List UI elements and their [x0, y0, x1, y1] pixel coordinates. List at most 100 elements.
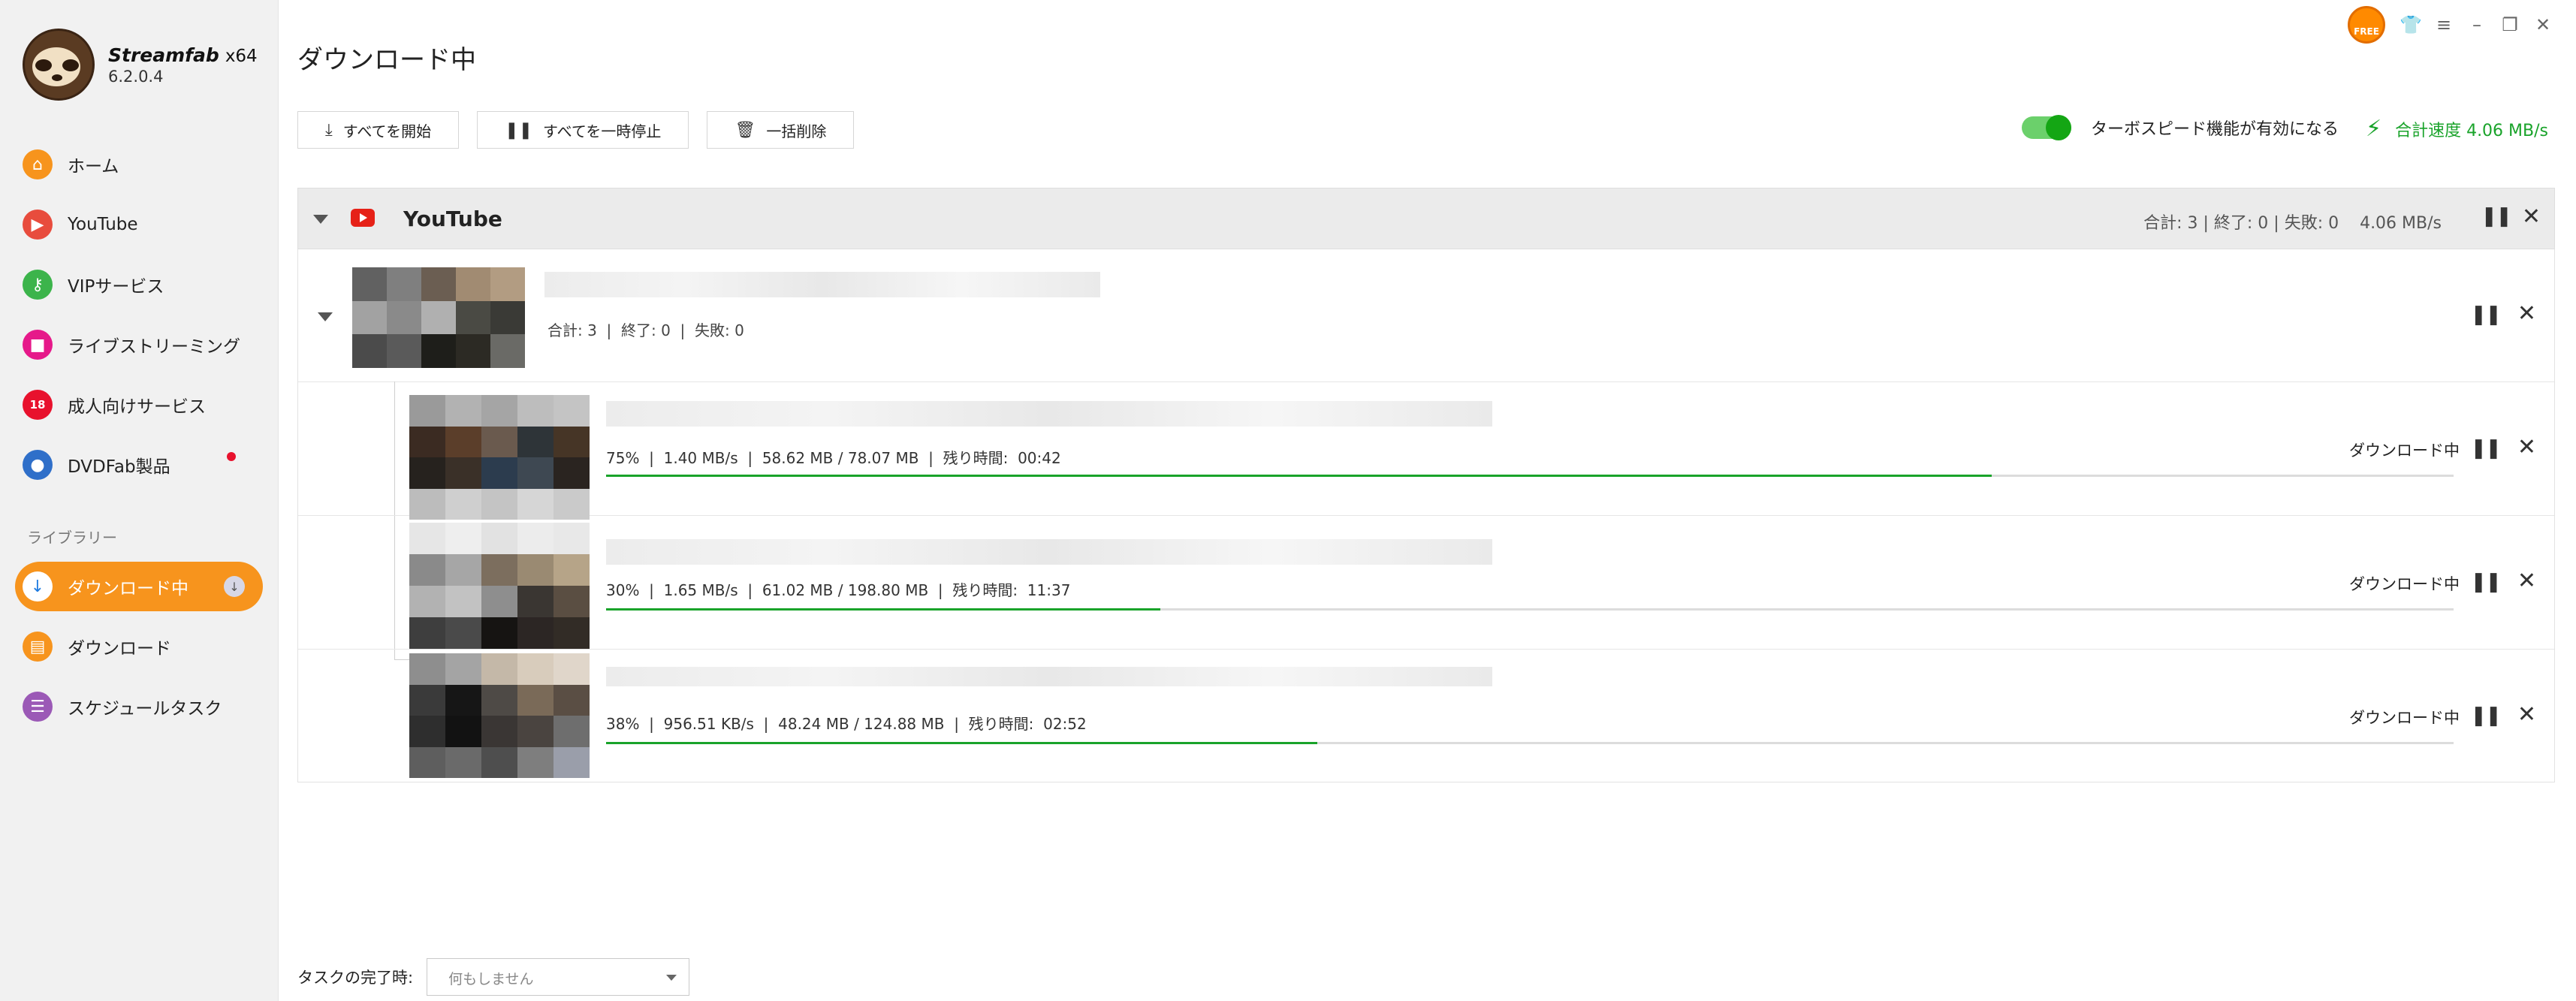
turbo-label: ターボスピード機能が有効になる — [2091, 120, 2339, 139]
group-title: YouTube — [403, 207, 502, 231]
free-badge[interactable]: FREE — [2348, 6, 2385, 44]
video-thumbnail — [409, 523, 590, 649]
video-thumbnail — [352, 267, 525, 368]
toolbar: ⤓ すべてを開始 ❚❚ すべてを一時停止 🗑 一括削除 — [297, 111, 872, 149]
blurred-title — [606, 539, 1492, 565]
close-icon[interactable]: ✕ — [2517, 300, 2536, 327]
sidebar-item-live-streaming[interactable]: ■ ライブストリーミング — [15, 320, 263, 369]
collapse-caret-icon[interactable] — [318, 312, 333, 321]
sloth-logo-icon — [23, 29, 95, 101]
sidebar-item-label: スケジュールタスク — [68, 699, 222, 719]
sidebar-item-label: ダウンロード中 — [68, 579, 189, 598]
pause-all-label: すべてを一時停止 — [543, 122, 662, 140]
close-icon[interactable]: ✕ — [2517, 434, 2536, 460]
lightning-icon: ⚡ — [2366, 116, 2382, 142]
on-complete-value: 何もしません — [448, 971, 534, 987]
progress-fill — [606, 608, 1160, 611]
task-status: ダウンロード中 — [2349, 575, 2460, 593]
minimize-icon[interactable]: – — [2460, 14, 2493, 35]
footer: タスクの完了時: 何もしません — [297, 958, 690, 996]
task-status: ダウンロード中 — [2349, 442, 2460, 460]
restore-icon[interactable]: ❐ — [2493, 14, 2526, 35]
sidebar-nav: ⌂ ホーム ▶ YouTube ⚷ VIPサービス ■ ライブストリーミング 1… — [15, 140, 263, 500]
task-row: 38% | 956.51 KB/s | 48.24 MB / 124.88 MB… — [298, 649, 2554, 782]
parent-task-row: 合計: 3 | 終了: 0 | 失敗: 0 ❚❚ ✕ — [298, 249, 2554, 382]
menu-icon[interactable]: ≡ — [2427, 14, 2460, 35]
sidebar-item-adult[interactable]: 18 成人向けサービス — [15, 380, 263, 430]
total-speed-label: 合計速度 4.06 MB/s — [2395, 121, 2548, 140]
turbo-setting: ターボスピード機能が有効になる — [2022, 115, 2339, 140]
collapse-caret-icon[interactable] — [313, 215, 328, 224]
task-stats: 75% | 1.40 MB/s | 58.62 MB / 78.07 MB | … — [606, 449, 1061, 467]
sidebar-item-dvdfab[interactable]: ● DVDFab製品 — [15, 440, 263, 490]
no-18-icon: 18 — [23, 390, 53, 420]
sidebar-item-label: ダウンロード — [68, 639, 171, 659]
progress-bar — [606, 608, 2454, 611]
video-thumbnail — [409, 653, 590, 778]
trash-icon: 🗑 — [734, 120, 756, 140]
turbo-toggle[interactable] — [2022, 115, 2071, 140]
start-all-label: すべてを開始 — [342, 122, 432, 140]
progress-fill — [606, 742, 1318, 744]
blurred-title — [544, 272, 1100, 297]
pause-icon[interactable]: ❚❚ — [2470, 437, 2502, 460]
sidebar-item-vip[interactable]: ⚷ VIPサービス — [15, 260, 263, 309]
youtube-icon: ▶ — [23, 210, 53, 240]
close-icon[interactable]: ✕ — [2526, 14, 2559, 35]
library-header: ライブラリー — [27, 529, 117, 547]
chevron-down-icon — [666, 975, 677, 981]
sidebar-item-youtube[interactable]: ▶ YouTube — [15, 200, 263, 249]
group-header-youtube: YouTube 合計: 3 | 終了: 0 | 失敗: 0 4.06 MB/s … — [297, 188, 2555, 249]
pause-icon[interactable]: ❚❚ — [2470, 704, 2502, 727]
sidebar-item-label: 成人向けサービス — [68, 397, 206, 417]
video-thumbnail — [409, 395, 590, 520]
progress-bar — [606, 475, 2454, 477]
blurred-title — [606, 667, 1492, 686]
folder-icon: ▤ — [23, 632, 53, 662]
app-name: Streamfab — [108, 44, 219, 66]
notification-dot — [227, 452, 236, 461]
pause-icon[interactable]: ❚❚ — [2470, 571, 2502, 593]
progress-fill — [606, 475, 1992, 477]
progress-bar — [606, 742, 2454, 744]
task-stats: 30% | 1.65 MB/s | 61.02 MB / 198.80 MB |… — [606, 581, 1071, 599]
pause-all-button[interactable]: ❚❚ すべてを一時停止 — [477, 111, 689, 149]
close-icon[interactable]: ✕ — [2517, 568, 2536, 594]
shirt-icon[interactable]: 👕 — [2394, 14, 2427, 35]
dvdfab-icon: ● — [23, 450, 53, 480]
app-version: 6.2.0.4 — [108, 67, 164, 86]
schedule-icon: ☰ — [23, 692, 53, 722]
sidebar-item-label: VIPサービス — [68, 277, 164, 297]
sidebar-item-label: YouTube — [68, 215, 138, 234]
window-controls: FREE 👕 ≡ – ❐ ✕ — [2348, 6, 2559, 44]
camera-icon: ■ — [23, 330, 53, 360]
pause-icon: ❚❚ — [505, 120, 533, 140]
sidebar-item-downloading[interactable]: ↓ ダウンロード中 ↓ — [15, 562, 263, 611]
total-speed: ⚡ 合計速度 4.06 MB/s — [2366, 116, 2548, 142]
on-complete-select[interactable]: 何もしません — [427, 958, 690, 996]
sidebar: Streamfab x64 6.2.0.4 ⌂ ホーム ▶ YouTube ⚷ V… — [0, 0, 279, 1001]
home-icon: ⌂ — [23, 149, 53, 179]
delete-all-label: 一括削除 — [766, 122, 827, 140]
parent-stats: 合計: 3 | 終了: 0 | 失敗: 0 — [547, 321, 744, 339]
sidebar-item-downloaded[interactable]: ▤ ダウンロード — [15, 622, 263, 671]
download-icon: ↓ — [23, 571, 53, 602]
task-status: ダウンロード中 — [2349, 709, 2460, 727]
group-pause-icon[interactable]: ❚❚ — [2481, 205, 2512, 228]
youtube-icon — [351, 209, 375, 227]
pause-icon[interactable]: ❚❚ — [2470, 303, 2502, 326]
sidebar-item-home[interactable]: ⌂ ホーム — [15, 140, 263, 189]
task-stats: 38% | 956.51 KB/s | 48.24 MB / 124.88 MB… — [606, 715, 1087, 733]
sidebar-item-schedule[interactable]: ☰ スケジュールタスク — [15, 682, 263, 731]
delete-all-button[interactable]: 🗑 一括削除 — [707, 111, 855, 149]
app-arch: x64 — [225, 46, 258, 66]
group-stats: 合計: 3 | 終了: 0 | 失敗: 0 4.06 MB/s — [2143, 214, 2442, 233]
close-icon[interactable]: ✕ — [2517, 701, 2536, 728]
key-icon: ⚷ — [23, 270, 53, 300]
task-row: 75% | 1.40 MB/s | 58.62 MB / 78.07 MB | … — [298, 381, 2554, 520]
group-close-icon[interactable]: ✕ — [2522, 204, 2541, 230]
library-nav: ↓ ダウンロード中 ↓ ▤ ダウンロード ☰ スケジュールタスク — [15, 562, 263, 742]
download-icon: ⤓ — [325, 120, 333, 140]
start-all-button[interactable]: ⤓ すべてを開始 — [297, 111, 460, 149]
sidebar-item-label: ホーム — [68, 157, 119, 176]
